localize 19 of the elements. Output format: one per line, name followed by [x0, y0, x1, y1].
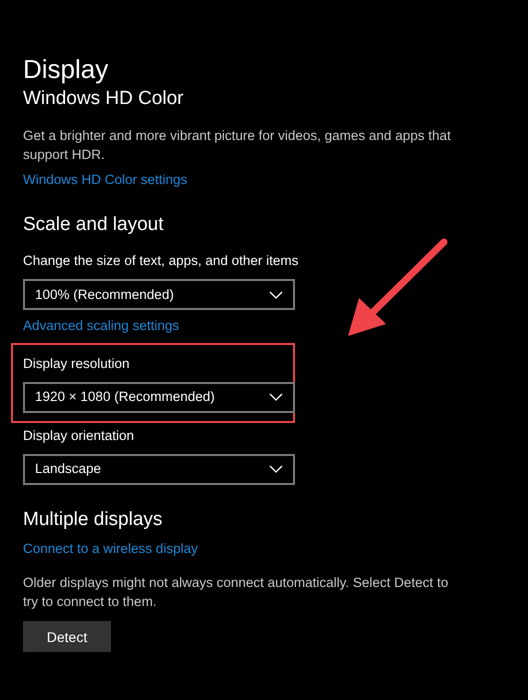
detect-button[interactable]: Detect: [23, 620, 111, 652]
settings-link[interactable]: Connect to a wireless display: [23, 538, 198, 559]
description-text: Older displays might not always connect automatically. Select Detect to try to connect to them.: [23, 574, 450, 611]
page-title: Display: [23, 53, 110, 86]
chevron-down-icon: [269, 465, 283, 473]
section-heading: Multiple displays: [23, 508, 164, 532]
description-text: Get a brighter and more vibrant picture for videos, games and apps that support HDR.: [23, 127, 452, 164]
chevron-down-icon: [269, 290, 283, 299]
field-label: Display resolution: [23, 354, 131, 372]
dropdown-select[interactable]: 1920 × 1080 (Recommended): [23, 382, 295, 412]
dropdown-select[interactable]: 100% (Recommended): [23, 279, 295, 310]
field-label: Display orientation: [23, 426, 136, 444]
section-heading: Windows HD Color: [23, 87, 184, 111]
settings-link[interactable]: Advanced scaling settings: [23, 316, 180, 336]
section-heading: Scale and layout: [23, 213, 164, 238]
chevron-down-icon: [269, 393, 283, 401]
settings-link[interactable]: Windows HD Color settings: [23, 170, 188, 190]
dropdown-select[interactable]: Landscape: [23, 454, 295, 484]
field-label: Change the size of text, apps, and other items: [23, 252, 300, 270]
